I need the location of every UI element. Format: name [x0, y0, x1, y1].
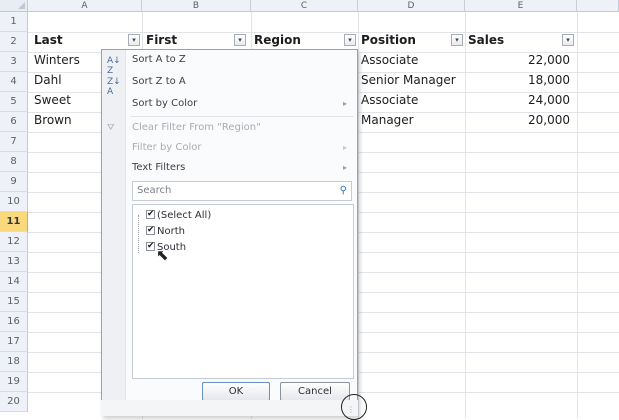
menu-filter-by-color[interactable]: Filter by Color	[132, 138, 202, 158]
row-header[interactable]: 5	[0, 92, 28, 112]
row-header[interactable]: 3	[0, 52, 28, 72]
row-header[interactable]: 15	[0, 292, 28, 312]
row-header[interactable]: 6	[0, 112, 28, 132]
row-header[interactable]: 20	[0, 392, 28, 412]
row-header[interactable]: 9	[0, 172, 28, 192]
cell-position[interactable]: Manager	[361, 110, 465, 130]
filter-dropdown-button[interactable]: ▾	[562, 34, 574, 46]
cell-last[interactable]: Sweet	[34, 90, 104, 110]
row-header[interactable]: 19	[0, 372, 28, 392]
sort-ascending-icon: A↓ Z	[107, 56, 121, 76]
cancel-button[interactable]: Cancel	[280, 382, 350, 401]
menu-sort-a-to-z[interactable]: Sort A to Z	[132, 50, 186, 70]
filter-item-label: North	[157, 226, 185, 237]
gridline	[577, 12, 578, 419]
menu-separator	[130, 116, 354, 117]
row-header[interactable]: 18	[0, 352, 28, 372]
menu-sort-by-color-label: Sort by Color	[132, 98, 198, 109]
submenu-arrow-icon: ▸	[342, 163, 347, 172]
cell-sales[interactable]: 20,000	[468, 110, 570, 130]
column-header-b[interactable]: B	[142, 0, 251, 12]
column-header-c[interactable]: C	[251, 0, 358, 12]
filter-item-select-all[interactable]: (Select All)	[146, 207, 212, 223]
cell-sales[interactable]: 24,000	[468, 90, 570, 110]
cell-sales[interactable]: 18,000	[468, 70, 570, 90]
cell-position[interactable]: Associate	[361, 50, 465, 70]
cell-sales[interactable]: 22,000	[468, 50, 570, 70]
checkbox-checked-icon[interactable]	[146, 207, 155, 221]
filter-item-label: (Select All)	[157, 210, 212, 221]
menu-text-filters[interactable]: Text Filters	[132, 158, 185, 178]
filter-item-north[interactable]: North	[146, 223, 185, 239]
corner-triangle	[18, 2, 25, 9]
submenu-arrow-icon: ▸	[342, 143, 347, 152]
cell-position[interactable]: Associate	[361, 90, 465, 110]
filter-values-list[interactable]: (Select All) North South	[132, 204, 354, 379]
row-header-active[interactable]: 11	[0, 212, 28, 232]
ok-button[interactable]: OK	[202, 382, 270, 401]
cell-last[interactable]: Brown	[34, 110, 104, 130]
row-header[interactable]: 1	[0, 12, 28, 32]
checkbox-checked-icon[interactable]	[146, 223, 155, 237]
header-region[interactable]: Region	[254, 30, 334, 50]
header-last[interactable]: Last	[34, 30, 124, 50]
filter-dropdown-button[interactable]: ▾	[234, 34, 246, 46]
header-sales[interactable]: Sales	[468, 30, 548, 50]
cell-last[interactable]: Dahl	[34, 70, 104, 90]
filter-dropdown-button[interactable]: ▾	[344, 34, 356, 46]
filter-dropdown-button[interactable]: ▾	[128, 34, 140, 46]
row-header[interactable]: 2	[0, 32, 28, 52]
resize-grip-bar: ⋮	[101, 400, 358, 416]
column-header-a[interactable]: A	[28, 0, 142, 12]
row-header[interactable]: 4	[0, 72, 28, 92]
row-header[interactable]: 14	[0, 272, 28, 292]
row-header[interactable]: 8	[0, 152, 28, 172]
row-header[interactable]: 17	[0, 332, 28, 352]
header-position[interactable]: Position	[361, 30, 441, 50]
gridline	[465, 12, 466, 419]
highlight-circle	[341, 394, 367, 420]
filter-dropdown-button[interactable]: ▾	[451, 34, 463, 46]
cell-last[interactable]: Winters	[34, 50, 104, 70]
filter-search-input[interactable]: Search ⚲	[132, 181, 352, 201]
row-header[interactable]: 10	[0, 192, 28, 212]
header-first[interactable]: First	[146, 30, 226, 50]
menu-sort-z-to-a[interactable]: Sort Z to A	[132, 72, 186, 92]
select-all-corner[interactable]	[0, 0, 28, 12]
row-header[interactable]: 7	[0, 132, 28, 152]
autofilter-dropdown: A↓ Z Sort A to Z Z↓ A Sort Z to A Sort by …	[101, 49, 358, 416]
column-header-d[interactable]: D	[358, 0, 465, 12]
search-placeholder: Search	[137, 185, 172, 196]
menu-sort-by-color[interactable]: Sort by Color	[132, 94, 354, 114]
cell-position[interactable]: Senior Manager	[361, 70, 465, 90]
column-header-e[interactable]: E	[465, 0, 577, 12]
mouse-pointer-icon: ⬉	[156, 246, 169, 264]
menu-icon-gutter	[102, 50, 126, 415]
row-header[interactable]: 13	[0, 252, 28, 272]
row-header[interactable]: 12	[0, 232, 28, 252]
checkbox-checked-icon[interactable]	[146, 239, 155, 253]
menu-clear-filter[interactable]: Clear Filter From "Region"	[132, 118, 261, 138]
row-header[interactable]: 16	[0, 312, 28, 332]
submenu-arrow-icon: ▸	[342, 99, 347, 108]
gridline	[358, 12, 359, 419]
search-icon: ⚲	[339, 185, 347, 196]
column-header-f[interactable]	[577, 0, 619, 12]
clear-filter-icon: ⛛	[107, 123, 115, 133]
sort-descending-icon: Z↓ A	[107, 77, 121, 97]
tree-line	[138, 215, 140, 253]
